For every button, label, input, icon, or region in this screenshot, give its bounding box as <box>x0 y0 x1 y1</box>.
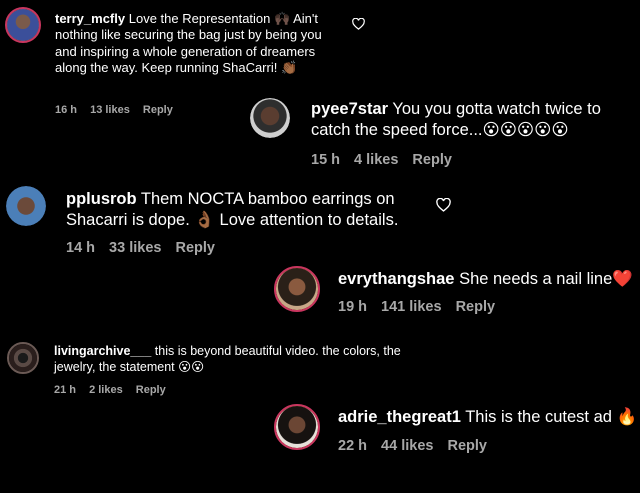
reply-button[interactable]: Reply <box>176 240 216 256</box>
comment-time: 22 h <box>338 438 368 454</box>
comment-meta: 19 h 141 likes Reply <box>338 299 505 315</box>
comment-username[interactable]: terry_mcfly <box>55 11 125 26</box>
comment-meta: 14 h 33 likes Reply <box>66 240 225 256</box>
comment-body: evrythangshae She needs a nail line❤️ <box>338 269 638 290</box>
reply-button[interactable]: Reply <box>448 438 488 454</box>
avatar[interactable] <box>274 266 320 312</box>
avatar-image <box>9 344 37 372</box>
avatar-image <box>250 98 290 138</box>
comment-text: This is the cutest ad 🔥 <box>465 408 638 426</box>
comment-item: adrie_thegreat1 This is the cutest ad 🔥 … <box>0 400 640 493</box>
reply-button[interactable]: Reply <box>412 152 452 168</box>
comment-meta: 15 h 4 likes Reply <box>311 152 462 168</box>
comment-meta: 21 h 2 likes Reply <box>54 384 176 396</box>
heart-icon[interactable] <box>352 18 365 30</box>
comment-time: 19 h <box>338 299 368 315</box>
comment-body: adrie_thegreat1 This is the cutest ad 🔥 <box>338 407 638 428</box>
comment-body: pplusrob Them NOCTA bamboo earrings on S… <box>66 189 426 230</box>
comment-username[interactable]: evrythangshae <box>338 270 454 288</box>
avatar[interactable] <box>250 98 290 138</box>
comment-username[interactable]: pyee7star <box>311 100 388 118</box>
comment-username[interactable]: livingarchive___ <box>54 344 151 358</box>
avatar-image <box>6 186 46 226</box>
comment-meta: 22 h 44 likes Reply <box>338 438 497 454</box>
comment-body: terry_mcfly Love the Representation 🙌🏿 A… <box>55 11 340 76</box>
avatar-image <box>276 268 318 310</box>
comment-username[interactable]: pplusrob <box>66 190 137 208</box>
comment-body: livingarchive___ this is beyond beautifu… <box>54 344 409 375</box>
avatar[interactable] <box>5 7 41 43</box>
avatar[interactable] <box>7 342 39 374</box>
comment-item: livingarchive___ this is beyond beautifu… <box>0 335 640 400</box>
heart-icon[interactable] <box>436 198 451 212</box>
comment-body: pyee7star You you gotta watch twice to c… <box>311 99 636 140</box>
comment-time: 14 h <box>66 240 96 256</box>
comment-time: 21 h <box>54 384 77 396</box>
avatar[interactable] <box>6 186 46 226</box>
comment-text: She needs a nail line❤️ <box>459 270 633 288</box>
reply-button[interactable]: Reply <box>136 384 166 396</box>
reply-button[interactable]: Reply <box>456 299 496 315</box>
comment-time: 15 h <box>311 152 341 168</box>
comment-likes[interactable]: 44 likes <box>381 438 433 454</box>
avatar-image <box>276 406 318 448</box>
comment-likes[interactable]: 33 likes <box>109 240 161 256</box>
comment-item: evrythangshae She needs a nail line❤️ 19… <box>0 262 640 327</box>
comment-likes[interactable]: 2 likes <box>89 384 123 396</box>
avatar-image <box>7 9 39 41</box>
comment-likes[interactable]: 141 likes <box>381 299 441 315</box>
avatar[interactable] <box>274 404 320 450</box>
comment-likes[interactable]: 4 likes <box>354 152 398 168</box>
comment-item: pplusrob Them NOCTA bamboo earrings on S… <box>0 180 640 265</box>
comment-item: pyee7star You you gotta watch twice to c… <box>0 90 640 175</box>
comment-username[interactable]: adrie_thegreat1 <box>338 408 461 426</box>
